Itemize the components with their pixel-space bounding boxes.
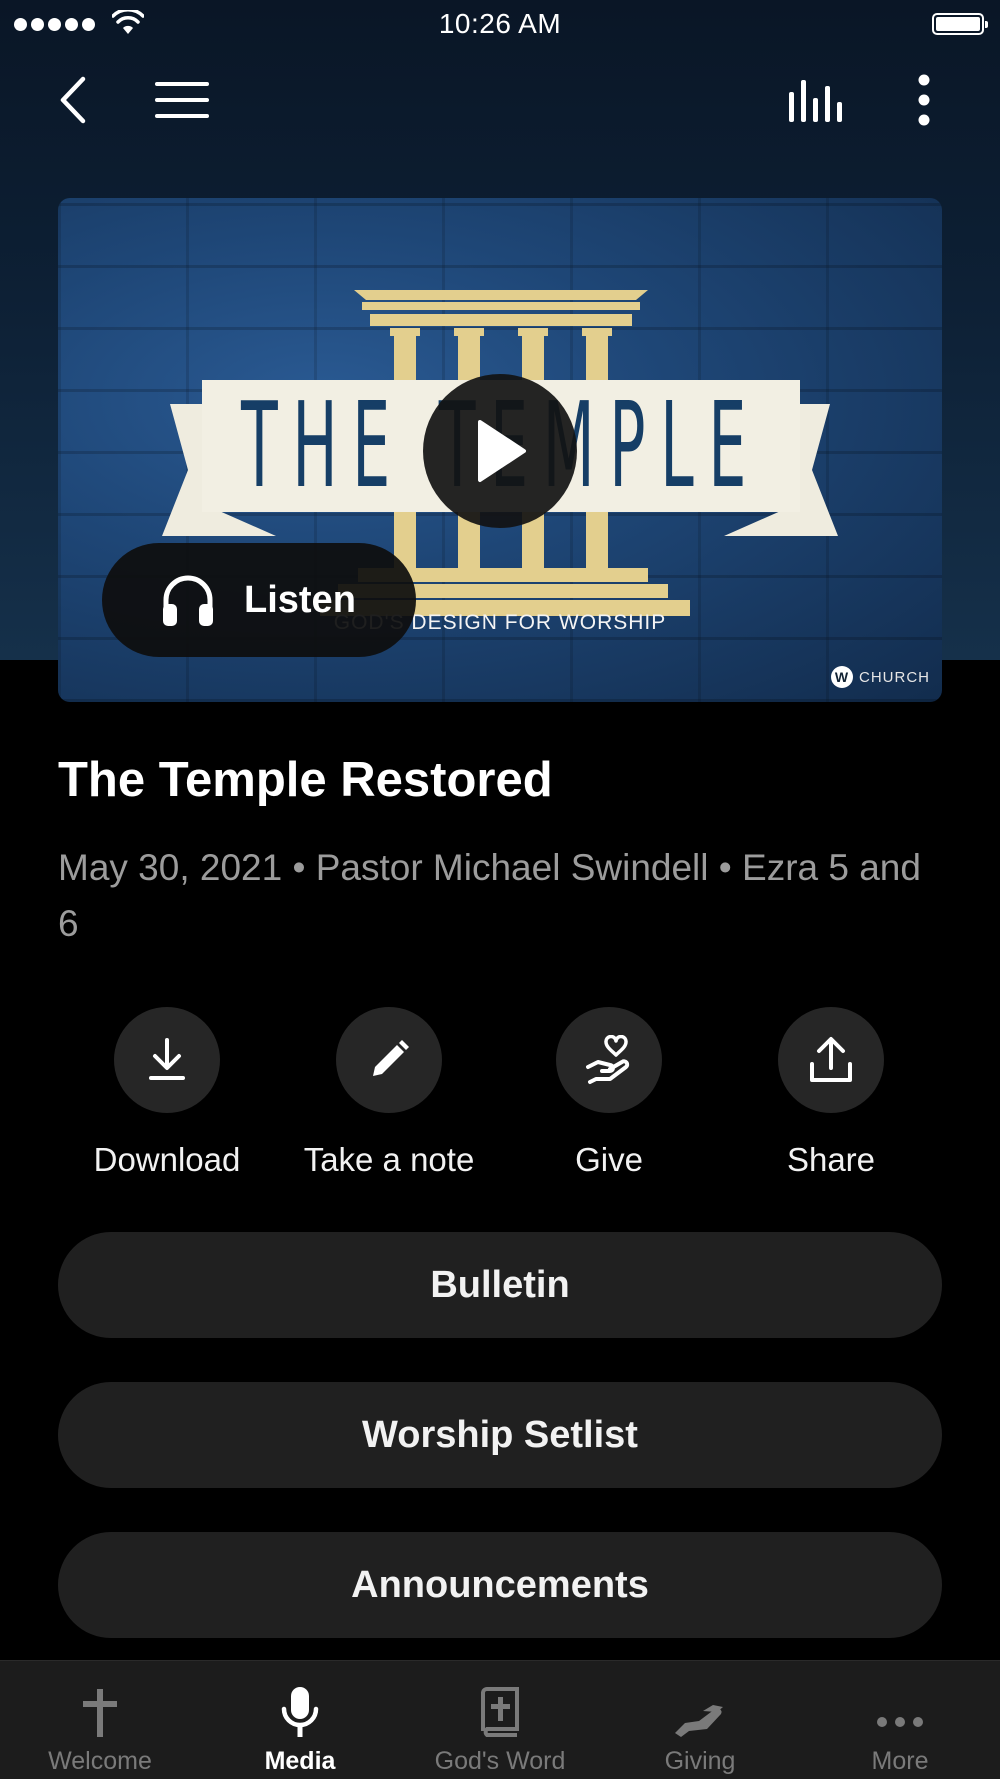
listen-button[interactable]: Listen — [102, 543, 416, 657]
more-options-button[interactable] — [894, 70, 954, 130]
sermon-artwork[interactable]: THE TEMPLE GOD'S DESIGN FOR WORSHIP List… — [58, 198, 942, 702]
download-icon — [149, 1038, 185, 1080]
hamburger-icon — [155, 82, 209, 118]
more-dots-icon — [877, 1717, 923, 1727]
sermon-meta: May 30, 2021 • Pastor Michael Swindell •… — [58, 847, 921, 944]
note-circle — [336, 1007, 442, 1113]
menu-button[interactable] — [152, 70, 212, 130]
vertical-dots-icon — [918, 74, 930, 126]
play-button[interactable] — [423, 374, 577, 528]
download-circle — [114, 1007, 220, 1113]
download-button[interactable]: Download — [57, 1007, 277, 1179]
share-icon — [810, 1037, 852, 1082]
give-circle — [556, 1007, 662, 1113]
tab-giving-label: Giving — [664, 1747, 736, 1775]
tab-welcome[interactable]: Welcome — [0, 1661, 200, 1779]
give-button[interactable]: Give — [499, 1007, 719, 1179]
chevron-left-icon — [60, 76, 86, 124]
tab-more-label: More — [871, 1747, 929, 1775]
cross-icon — [83, 1689, 117, 1737]
bulletin-button[interactable]: Bulletin — [58, 1232, 942, 1338]
status-time: 10:26 AM — [438, 8, 562, 39]
back-button[interactable] — [44, 70, 104, 130]
status-bar: 10:26 AM — [0, 0, 1000, 50]
sermon-title: The Temple Restored — [58, 753, 553, 807]
worship-setlist-button[interactable]: Worship Setlist — [58, 1382, 942, 1488]
give-label: Give — [575, 1141, 643, 1178]
play-icon — [478, 420, 526, 482]
audio-queue-button[interactable] — [786, 70, 846, 130]
tab-welcome-label: Welcome — [48, 1747, 152, 1775]
tab-media-label: Media — [264, 1747, 336, 1775]
tab-media[interactable]: Media — [200, 1661, 400, 1779]
headphones-icon — [163, 575, 213, 626]
share-circle — [778, 1007, 884, 1113]
church-watermark: W CHURCH — [831, 666, 930, 688]
take-note-label: Take a note — [303, 1141, 475, 1178]
announcements-button[interactable]: Announcements — [58, 1532, 942, 1638]
giving-hand-icon — [675, 1705, 723, 1737]
take-note-button[interactable]: Take a note — [279, 1007, 499, 1179]
hand-heart-icon — [586, 1035, 630, 1084]
church-logo-icon: W — [831, 666, 853, 688]
watermark-text: CHURCH — [859, 668, 930, 686]
listen-label: Listen — [244, 578, 356, 621]
share-button[interactable]: Share — [721, 1007, 941, 1179]
pencil-icon — [373, 1040, 409, 1076]
microphone-icon — [281, 1687, 319, 1737]
tab-gods-word[interactable]: God's Word — [400, 1661, 600, 1779]
tab-more[interactable]: More — [800, 1661, 1000, 1779]
tab-giving[interactable]: Giving — [600, 1661, 800, 1779]
bible-icon — [481, 1687, 519, 1737]
tab-gods-word-label: God's Word — [434, 1747, 566, 1775]
download-label: Download — [93, 1141, 241, 1178]
bottom-tab-bar: Welcome Media God's Word Giving More — [0, 1660, 1000, 1779]
battery-icon — [932, 13, 988, 35]
share-label: Share — [786, 1141, 876, 1178]
equalizer-bars-icon — [789, 80, 842, 122]
